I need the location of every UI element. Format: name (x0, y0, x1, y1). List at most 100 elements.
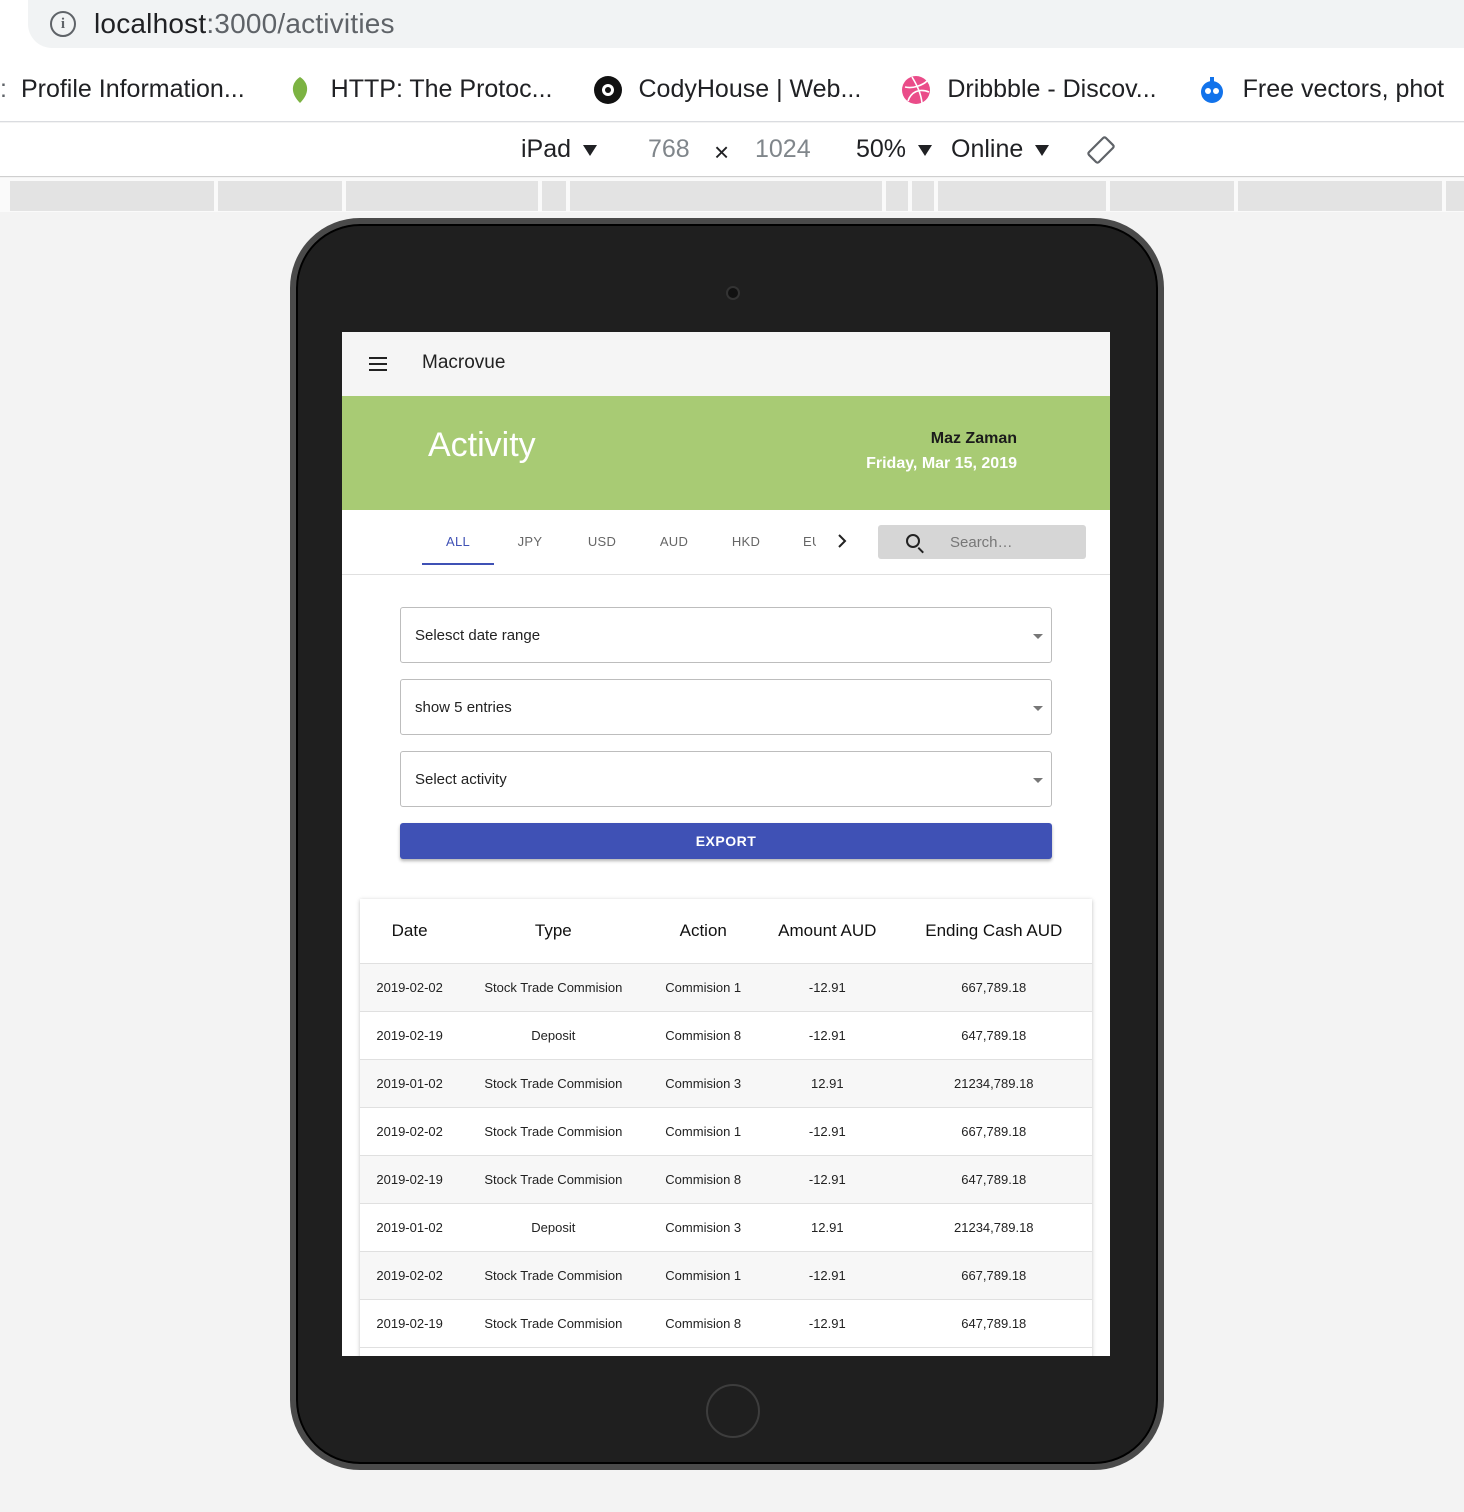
chevron-right-icon[interactable] (836, 532, 848, 550)
url-path: :3000/activities (206, 8, 395, 39)
cell-date: 2019-02-19 (360, 1299, 460, 1348)
ruler-segment[interactable] (570, 181, 882, 211)
bookmarks-bar: : Profile Information... HTTP: The Proto… (0, 58, 1464, 122)
table-row[interactable]: 2019-02-02 Stock Trade Commision Commisi… (360, 1251, 1092, 1300)
ruler-segment[interactable] (1238, 181, 1442, 211)
network-select[interactable]: Online (951, 135, 1050, 164)
ruler-segment[interactable] (1446, 181, 1464, 211)
codyhouse-icon (593, 75, 622, 104)
cell-action: Commision 3 (647, 1203, 760, 1252)
table-row[interactable]: 2019-02-19 Deposit Commision 8 -12.91 64… (360, 1011, 1092, 1060)
cell-ending-cash: 667,789.18 (895, 1251, 1092, 1300)
active-tab-indicator (422, 563, 494, 565)
bookmark-dribbble[interactable]: Dribbble - Discov... (901, 75, 1157, 105)
cell-action: Commision 1 (647, 1107, 760, 1156)
tab-hkd[interactable]: HKD (710, 534, 782, 549)
table-row[interactable]: 2019-02-02 Stock Trade Commision Commisi… (360, 963, 1092, 1012)
url-host: localhost (94, 8, 207, 39)
cell-action: Commision 8 (647, 1011, 760, 1060)
tab-eur[interactable]: EUR (782, 534, 816, 549)
rotate-icon[interactable] (1086, 135, 1116, 165)
hamburger-menu-icon[interactable] (369, 357, 387, 371)
ruler-segment[interactable] (10, 181, 214, 211)
table-header-row: Date Type Action Amount AUD Ending Cash … (360, 899, 1092, 964)
zoom-label: 50% (856, 135, 907, 163)
tab-aud[interactable]: AUD (638, 534, 710, 549)
table-row[interactable]: 2019-02-19 Stock Trade Commision Commisi… (360, 1155, 1092, 1204)
cell-amount: 12.91 (759, 1203, 896, 1252)
header-ending-cash[interactable]: Ending Cash AUD (895, 899, 1092, 964)
tab-jpy[interactable]: JPY (494, 534, 566, 549)
bookmark-label: HTTP: The Protoc... (330, 75, 553, 103)
cell-ending-cash: 647,789.18 (895, 1155, 1092, 1204)
camera-icon (726, 286, 740, 300)
cell-date: 2019-02-02 (360, 1107, 460, 1156)
ruler-segment[interactable] (938, 181, 1106, 211)
ruler-segment[interactable] (542, 181, 566, 211)
dropdown-arrow-icon (1035, 144, 1050, 156)
url-text[interactable]: localhost:3000/activities (94, 8, 395, 40)
device-toolbar: iPad 768 × 1024 50% Online (0, 123, 1464, 177)
device-select[interactable]: iPad (521, 135, 598, 164)
dropdown-arrow-icon (918, 144, 933, 156)
table-row[interactable]: 2019-02-19 Stock Trade Commision Commisi… (360, 1299, 1092, 1348)
page-title: Activity (428, 426, 536, 464)
date-range-select[interactable]: Selesct date range (400, 607, 1052, 663)
ruler-segment[interactable] (1110, 181, 1234, 211)
height-input[interactable]: 1024 (755, 135, 811, 164)
header-action[interactable]: Action (647, 899, 760, 964)
leaf-icon (292, 76, 307, 103)
address-bar[interactable]: i localhost:3000/activities (28, 0, 1464, 48)
entries-select[interactable]: show 5 entries (400, 679, 1052, 735)
tab-all[interactable]: ALL (422, 534, 494, 549)
cell-type: Deposit (459, 1011, 648, 1060)
header-amount[interactable]: Amount AUD (759, 899, 896, 964)
ruler-segment[interactable] (218, 181, 342, 211)
search-box[interactable] (878, 525, 1086, 559)
export-button[interactable]: EXPORT (400, 823, 1052, 859)
cell-date: 2019-01-02 (360, 1203, 460, 1252)
bookmark-http-protocol[interactable]: HTTP: The Protoc... (285, 75, 553, 105)
dropdown-caret-icon (1033, 634, 1043, 639)
dribbble-icon (902, 75, 931, 104)
table-row[interactable]: 2019-01-02 Stock Trade Commision Commisi… (360, 1059, 1092, 1108)
ruler-segment[interactable] (912, 181, 934, 211)
cell-type: Deposit (459, 1203, 648, 1252)
home-button[interactable] (706, 1384, 760, 1438)
cell-ending-cash: 647,789.18 (895, 1299, 1092, 1348)
table-row[interactable]: 2019-02-02 Stock Trade Commision Commisi… (360, 1107, 1092, 1156)
cell-action: Commision 3 (647, 1059, 760, 1108)
cell-amount: -12.91 (759, 963, 896, 1012)
dropdown-caret-icon (1033, 778, 1043, 783)
cell-action: Commision 1 (647, 963, 760, 1012)
cell-amount: -12.91 (759, 1251, 896, 1300)
date-range-label: Selesct date range (415, 627, 541, 644)
cell-action: Commision 8 (647, 1299, 760, 1348)
cell-type: Stock Trade Commision (459, 1107, 648, 1156)
bookmark-codyhouse[interactable]: CodyHouse | Web... (593, 75, 861, 105)
bookmark-profile-information[interactable]: Profile Information... (21, 75, 245, 104)
cell-date: 2019-02-19 (360, 1011, 460, 1060)
table-row[interactable]: 2019-01-02 Deposit Commision 3 12.91 212… (360, 1203, 1092, 1252)
app-bar: Macrovue (342, 332, 1110, 396)
ruler-segment[interactable] (346, 181, 538, 211)
bookmark-label: Dribbble - Discov... (947, 75, 1157, 103)
app-title: Macrovue (422, 352, 506, 373)
search-input[interactable] (950, 531, 1076, 553)
width-input[interactable]: 768 (648, 135, 690, 164)
tab-usd[interactable]: USD (566, 534, 638, 549)
info-icon[interactable]: i (50, 11, 76, 37)
cell-type: Stock Trade Commision (459, 963, 648, 1012)
cell-date: 2019-02-02 (360, 1251, 460, 1300)
currency-tabs: ALL JPY USD AUD HKD EUR (342, 510, 1110, 575)
activity-select[interactable]: Select activity (400, 751, 1052, 807)
header-type[interactable]: Type (459, 899, 648, 964)
cell-date: 2019-01-02 (360, 1059, 460, 1108)
current-date: Friday, Mar 15, 2019 (866, 455, 1017, 472)
header-date[interactable]: Date (360, 899, 460, 964)
cell-ending-cash: 647,789.18 (895, 1011, 1092, 1060)
cell-type: Stock Trade Commision (459, 1251, 648, 1300)
ruler-segment[interactable] (886, 181, 908, 211)
zoom-select[interactable]: 50% (856, 135, 933, 164)
bookmark-freepik[interactable]: Free vectors, phot (1197, 75, 1444, 105)
